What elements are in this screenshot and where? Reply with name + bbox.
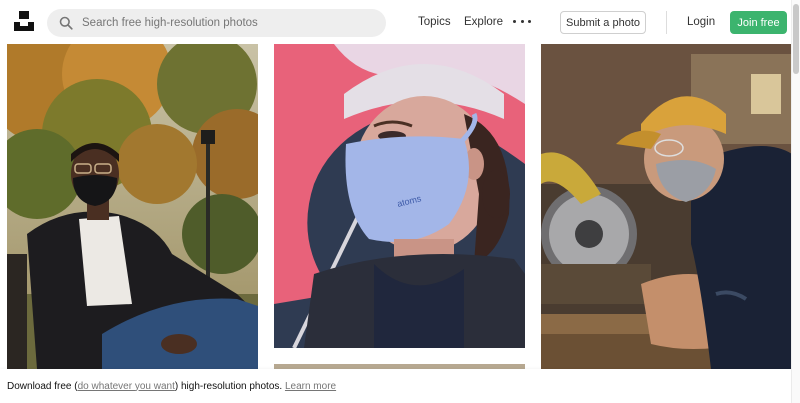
- license-link[interactable]: do whatever you want: [78, 381, 175, 392]
- scrollbar-thumb[interactable]: [793, 4, 799, 74]
- footer-license-bar: Download free ( do whatever you want ) h…: [0, 369, 791, 403]
- search-input[interactable]: [82, 10, 372, 36]
- nav-topics-link[interactable]: Topics: [418, 16, 451, 28]
- page-scrollbar[interactable]: [791, 0, 800, 403]
- nav-divider: [666, 11, 667, 34]
- photo-woman-umbrella-mask[interactable]: atoms: [274, 44, 525, 348]
- learn-more-link[interactable]: Learn more: [285, 381, 336, 392]
- nav-explore-link[interactable]: Explore: [464, 16, 503, 28]
- join-free-button[interactable]: Join free: [730, 11, 787, 34]
- submit-photo-button[interactable]: Submit a photo: [560, 11, 646, 34]
- more-horizontal-icon[interactable]: [513, 14, 531, 28]
- login-link[interactable]: Login: [687, 16, 715, 28]
- footer-middle-text: ) high-resolution photos.: [174, 380, 285, 392]
- photo-carpenter-saw-mask[interactable]: [541, 44, 792, 369]
- search-bar[interactable]: [47, 9, 386, 37]
- photo-man-park-mask[interactable]: [7, 44, 258, 369]
- top-navigation-bar: Topics Explore Submit a photo Login Join…: [0, 0, 800, 44]
- search-icon[interactable]: [59, 16, 73, 30]
- unsplash-logo-icon[interactable]: [14, 11, 34, 31]
- footer-prefix-text: Download free (: [7, 380, 78, 392]
